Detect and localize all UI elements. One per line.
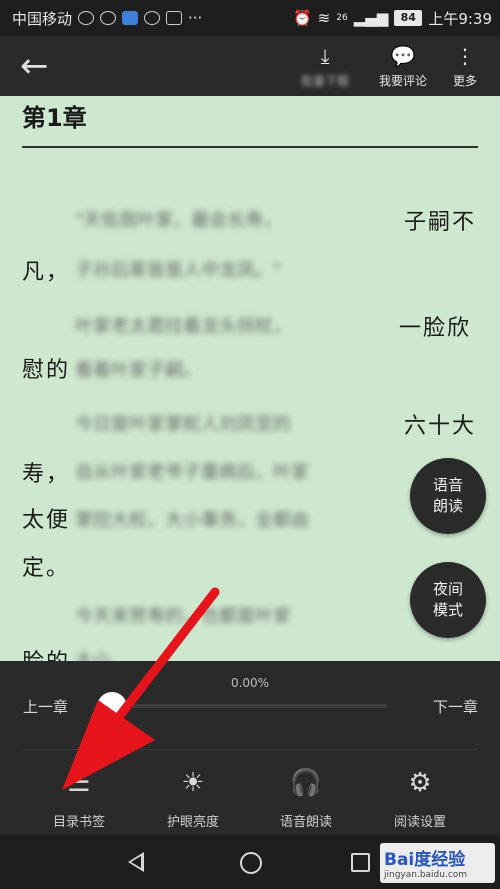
blurred-text-line: 看着叶家子嗣。 <box>75 360 201 378</box>
notification-icon <box>78 11 95 25</box>
text-fragment: 子嗣不 <box>404 210 477 235</box>
batch-download-label: 批量下载 <box>300 74 349 88</box>
watermark-brand: Bai度经验 <box>384 850 466 870</box>
voice-read-label: 语音朗读 <box>279 815 332 830</box>
clock: 上午9:39 <box>428 9 492 28</box>
blurred-text-line: 叶家老太君拄着龙头拐杖， <box>75 316 291 334</box>
shield-icon <box>122 11 139 25</box>
more-vert-icon: ⋮ <box>455 44 475 68</box>
headphones-icon: 🎧 <box>289 768 323 798</box>
comment-label: 我要评论 <box>378 74 427 88</box>
blurred-text-line: 自从叶家老爷子重病后，叶家 <box>75 462 309 480</box>
blurred-text-line: 子孙后辈皆是人中龙凤。" <box>75 260 282 278</box>
reader-control-panel: 0.00% 上一章 下一章 ☰ 目录书签 ☀ 护眼亮度 🎧 语音朗读 ⚙ 阅读设… <box>0 661 500 835</box>
chapter-title: 第1章 <box>22 104 87 132</box>
more-button[interactable]: ⋮ 更多 <box>430 42 500 89</box>
wechat-icon <box>100 11 117 25</box>
voice-read-fab[interactable]: 语音 朗读 <box>410 458 486 534</box>
panel-divider <box>22 749 478 750</box>
text-fragment: 凡， <box>22 260 71 285</box>
comment-icon: 💬 <box>390 44 416 68</box>
night-mode-fab-label-2: 模式 <box>432 601 463 619</box>
text-fragment: 一脸欣 <box>399 316 472 341</box>
system-navigation-bar: Bai度经验 jingyan.baidu.com <box>0 835 500 889</box>
baidu-jingyan-watermark: Bai度经验 jingyan.baidu.com <box>380 843 495 883</box>
system-recents-icon[interactable] <box>351 853 370 872</box>
text-fragment: 六十大 <box>404 414 477 439</box>
blurred-text-line: 今天来贺寿的，也都是叶家 <box>75 606 291 624</box>
reading-settings-button[interactable]: ⚙ 阅读设置 <box>370 765 470 830</box>
text-fragment: 寿， <box>22 462 71 487</box>
battery-icon: 84 <box>394 10 423 26</box>
text-fragment: 脸的 <box>22 644 70 661</box>
blurred-text-line: 掌控大权，大小事务，全都由 <box>75 510 309 528</box>
night-mode-fab[interactable]: 夜间 模式 <box>410 562 486 638</box>
title-divider <box>22 146 478 148</box>
list-icon: ☰ <box>67 768 91 798</box>
progress-slider-thumb[interactable] <box>97 692 127 722</box>
alarm-icon: ⏰ <box>292 9 312 27</box>
progress-percentage: 0.00% <box>230 676 270 690</box>
reading-page[interactable]: 第1章 "天佑我叶家，最会长寿， 子嗣不 凡， 子孙后辈皆是人中龙凤。" 叶家老… <box>0 96 500 661</box>
progress-slider-track[interactable] <box>112 704 387 708</box>
system-back-icon[interactable] <box>128 852 144 872</box>
voice-read-button[interactable]: 🎧 语音朗读 <box>256 765 356 830</box>
watermark-url: jingyan.baidu.com <box>384 870 468 880</box>
text-fragment: 定。 <box>22 556 71 581</box>
toc-bookmark-label: 目录书签 <box>52 815 105 830</box>
back-arrow-icon[interactable]: ← <box>20 48 56 84</box>
download-icon: ⤓ <box>320 44 330 68</box>
text-fragment: 太便 <box>22 508 71 533</box>
signal-icon: ▂▄▆ <box>353 9 389 27</box>
image-notification-icon <box>166 11 183 25</box>
system-home-icon[interactable] <box>240 852 262 874</box>
status-bar: 中国移动 ··· ⏰ ≋ 26 ▂▄▆ 84 上午9:39 <box>0 0 500 36</box>
eye-care-brightness-button[interactable]: ☀ 护眼亮度 <box>143 765 243 830</box>
next-chapter-button[interactable]: 下一章 <box>433 696 478 717</box>
toc-bookmark-button[interactable]: ☰ 目录书签 <box>29 765 129 830</box>
voice-read-fab-label-2: 朗读 <box>432 497 463 515</box>
more-notifications-icon: ··· <box>188 9 203 27</box>
previous-chapter-button[interactable]: 上一章 <box>23 696 68 717</box>
blurred-text-line: 大小 <box>75 650 111 661</box>
gear-icon: ⚙ <box>408 768 432 798</box>
reading-settings-label: 阅读设置 <box>393 815 446 830</box>
carrier-label: 中国移动 <box>12 9 73 28</box>
brightness-icon: ☀ <box>181 768 205 798</box>
wifi-icon: ≋ <box>317 9 331 27</box>
text-fragment: 慰的 <box>22 358 71 383</box>
app-notification-icon <box>144 11 161 25</box>
eye-care-brightness-label: 护眼亮度 <box>166 815 219 830</box>
reader-toolbar: ← ⤓ 批量下载 💬 我要评论 ⋮ 更多 <box>0 36 500 96</box>
comment-button[interactable]: 💬 我要评论 <box>368 42 438 89</box>
blurred-text-line: "天佑我叶家，最会长寿， <box>75 210 282 228</box>
blurred-text-line: 今日是叶家掌舵人刘凤至的 <box>75 414 291 432</box>
night-mode-fab-label-1: 夜间 <box>432 580 463 598</box>
voice-read-fab-label-1: 语音 <box>432 476 463 494</box>
network-type-label: 26 <box>336 13 348 23</box>
batch-download-button[interactable]: ⤓ 批量下载 <box>290 42 360 89</box>
more-label: 更多 <box>452 74 477 88</box>
